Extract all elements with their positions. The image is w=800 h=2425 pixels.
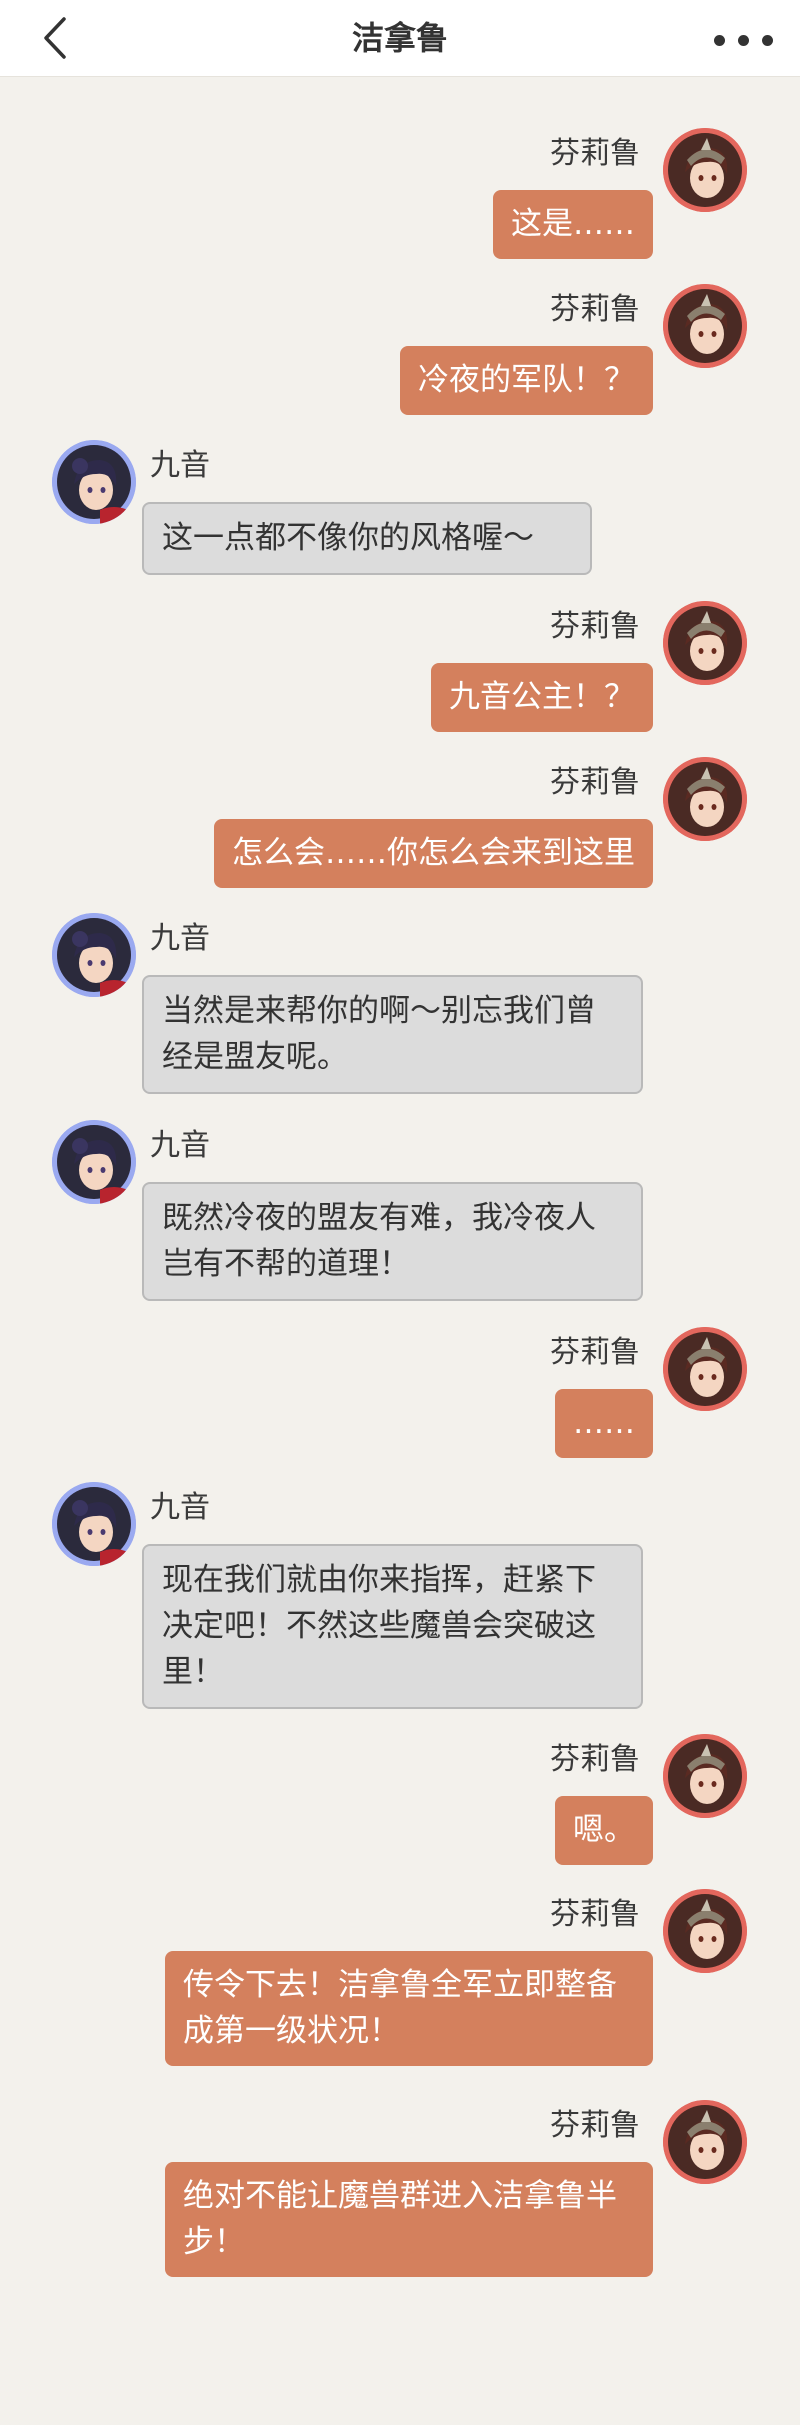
sender-name: 九音	[150, 1490, 210, 1525]
message-bubble[interactable]: 当然是来帮你的啊～别忘我们曾经是盟友呢。	[142, 975, 643, 1094]
sender-name: 芬莉鲁	[550, 1897, 640, 1932]
message-bubble[interactable]: 现在我们就由你来指挥，赶紧下决定吧！不然这些魔兽会突破这里！	[142, 1544, 643, 1709]
sender-name: 九音	[150, 921, 210, 956]
avatar[interactable]	[663, 1889, 747, 1973]
character-portrait-icon	[663, 601, 747, 685]
sender-name: 芬莉鲁	[550, 292, 640, 327]
character-portrait-icon	[663, 1734, 747, 1818]
sender-name: 芬莉鲁	[550, 2108, 640, 2143]
avatar[interactable]	[52, 1120, 136, 1204]
character-portrait-icon	[663, 2100, 747, 2184]
message-bubble[interactable]: 冷夜的军队！？	[400, 346, 653, 415]
message-bubble[interactable]: 既然冷夜的盟友有难，我冷夜人岂有不帮的道理！	[142, 1182, 643, 1301]
sender-name: 芬莉鲁	[550, 1335, 640, 1370]
message-bubble[interactable]: 嗯。	[555, 1796, 653, 1865]
message-bubble[interactable]: 九音公主！？	[431, 663, 653, 732]
message-bubble[interactable]: ……	[555, 1389, 653, 1458]
avatar[interactable]	[52, 440, 136, 524]
sender-name: 芬莉鲁	[550, 609, 640, 644]
page-title: 洁拿鲁	[351, 19, 448, 57]
avatar[interactable]	[52, 913, 136, 997]
character-portrait-icon	[663, 757, 747, 841]
sender-name: 九音	[150, 448, 210, 483]
sender-name: 芬莉鲁	[550, 136, 640, 171]
avatar[interactable]	[663, 284, 747, 368]
top-bar: 洁拿鲁	[0, 0, 800, 77]
chevron-left-icon	[44, 17, 66, 59]
message-bubble[interactable]: 这是……	[493, 190, 653, 259]
more-button[interactable]	[714, 22, 778, 56]
character-portrait-icon	[52, 440, 136, 524]
character-portrait-icon	[663, 1889, 747, 1973]
avatar[interactable]	[663, 757, 747, 841]
character-portrait-icon	[663, 284, 747, 368]
avatar[interactable]	[663, 128, 747, 212]
avatar[interactable]	[52, 1482, 136, 1566]
avatar[interactable]	[663, 1734, 747, 1818]
back-button[interactable]	[38, 16, 78, 60]
character-portrait-icon	[663, 128, 747, 212]
avatar[interactable]	[663, 2100, 747, 2184]
avatar[interactable]	[663, 601, 747, 685]
sender-name: 芬莉鲁	[550, 1742, 640, 1777]
character-portrait-icon	[52, 1120, 136, 1204]
character-portrait-icon	[52, 913, 136, 997]
more-dots-icon	[714, 35, 725, 46]
message-bubble[interactable]: 传令下去！洁拿鲁全军立即整备成第一级状况！	[165, 1951, 653, 2066]
message-bubble[interactable]: 怎么会……你怎么会来到这里	[214, 819, 653, 888]
message-bubble[interactable]: 绝对不能让魔兽群进入洁拿鲁半步！	[165, 2162, 653, 2277]
message-bubble[interactable]: 这一点都不像你的风格喔～	[142, 502, 592, 575]
avatar[interactable]	[663, 1327, 747, 1411]
character-portrait-icon	[52, 1482, 136, 1566]
character-portrait-icon	[663, 1327, 747, 1411]
sender-name: 芬莉鲁	[550, 765, 640, 800]
sender-name: 九音	[150, 1128, 210, 1163]
